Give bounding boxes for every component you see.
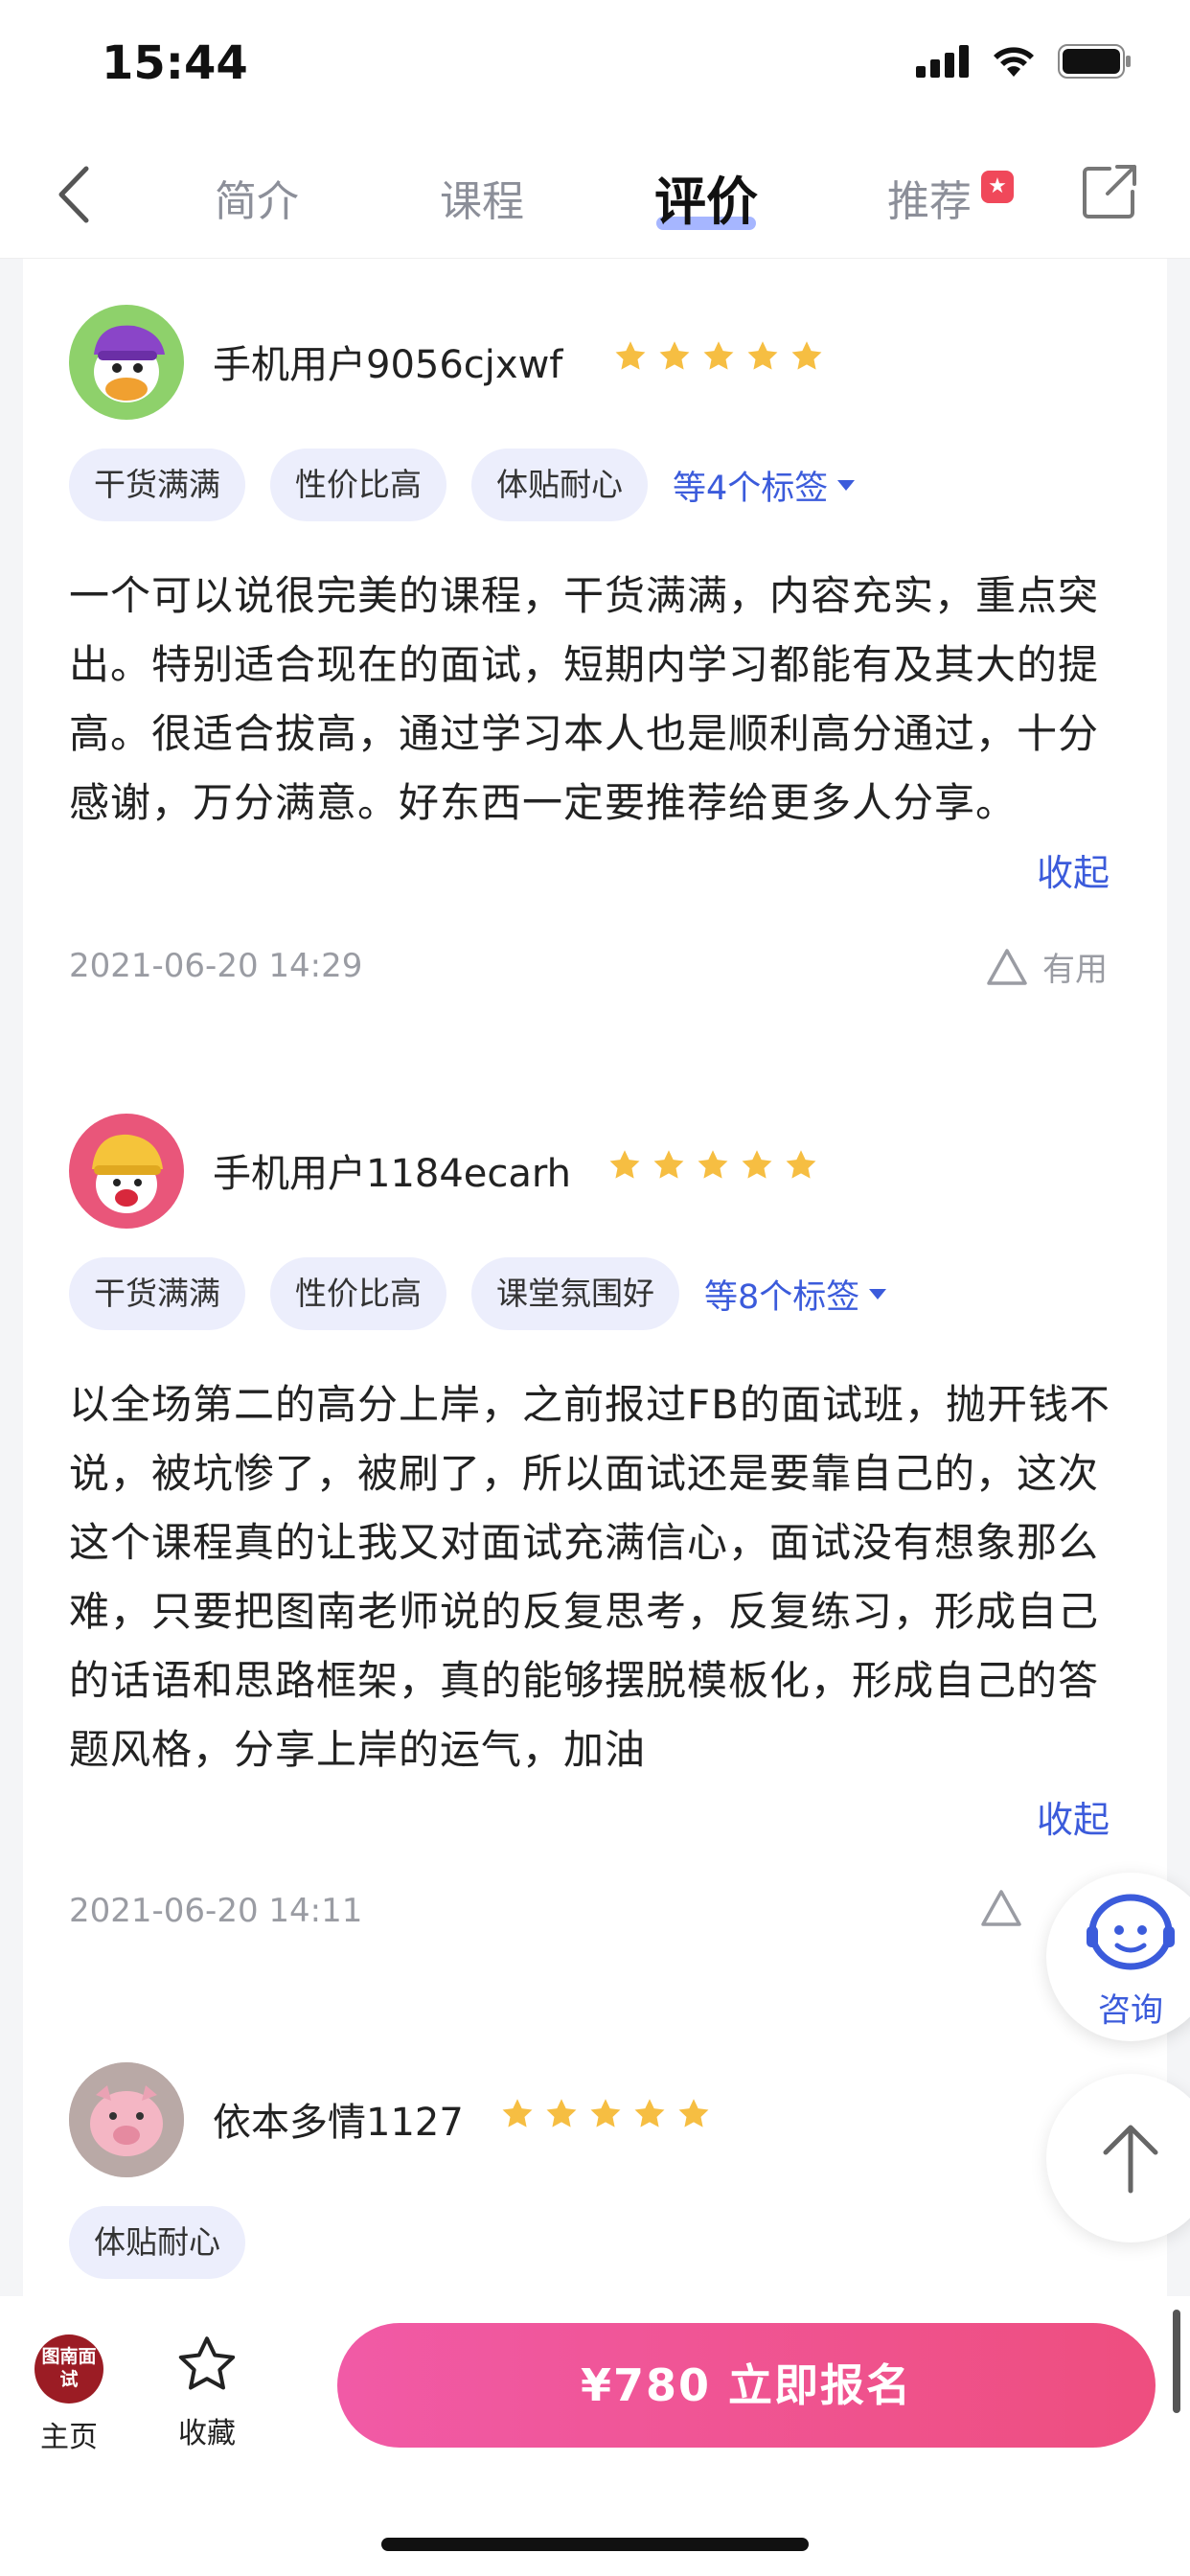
review-tag: 性价比高: [270, 448, 446, 521]
brand-logo: 图南面试: [34, 2334, 103, 2404]
review-body: 以全场第二的高分上岸，之前报过FB的面试班，抛开钱不说，被坑惨了，被刷了，所以面…: [69, 1381, 1110, 1773]
review-tag: 课堂氛围好: [471, 1257, 679, 1330]
star-badge-icon: ★: [981, 171, 1014, 203]
battery-icon: [1058, 44, 1131, 79]
useful-button[interactable]: 有用: [985, 943, 1108, 990]
nav-header: 简介 课程 评价 推荐 ★: [0, 125, 1190, 259]
star-icon: [742, 1150, 772, 1179]
enroll-button[interactable]: ¥780 立即报名: [337, 2323, 1156, 2448]
review-tag: 体贴耐心: [69, 2206, 245, 2279]
review-body: 一个可以说很完美的课程，干货满满，内容充实，重点突出。特别适合现在的面试，短期内…: [69, 572, 1100, 826]
more-tags-label: 等8个标签: [704, 1277, 860, 1317]
star-icon: [546, 2099, 577, 2128]
scrollbar[interactable]: [1173, 2310, 1180, 2413]
tab-reviews[interactable]: 评价: [654, 159, 758, 235]
caret-down-icon: [869, 1289, 887, 1300]
collapse-link[interactable]: 收起: [1037, 843, 1110, 896]
thumb-triangle-icon: [981, 1890, 1021, 1926]
review-tag: 性价比高: [270, 1257, 446, 1330]
back-arrow-icon[interactable]: [50, 161, 98, 228]
thumb-triangle-icon: [987, 948, 1027, 985]
reviews-list: 手机用户9056cjxwf 干货满满 性价比高 体贴耐心 等4个标签 一个可以说…: [23, 259, 1167, 2296]
star-icon: [590, 2099, 621, 2128]
status-icons: [916, 44, 1133, 79]
review-tags: 干货满满 性价比高 体贴耐心 等4个标签: [69, 448, 857, 521]
more-tags-label: 等4个标签: [673, 469, 829, 508]
tab-intro[interactable]: 简介: [215, 167, 299, 228]
status-time: 15:44: [102, 36, 248, 90]
arrow-up-icon: [1103, 2125, 1158, 2194]
favorite-button[interactable]: 收藏: [172, 2333, 241, 2451]
star-icon: [615, 341, 646, 370]
home-indicator: [381, 2538, 809, 2551]
review-tags: 体贴耐心: [69, 2206, 245, 2279]
signal-icon: [916, 45, 969, 78]
share-icon[interactable]: [1081, 163, 1138, 220]
star-icon: [653, 1150, 684, 1179]
star-icon: [791, 341, 822, 370]
star-icon: [703, 341, 734, 370]
more-tags-toggle[interactable]: 等4个标签: [673, 461, 857, 510]
review-tag: 体贴耐心: [471, 448, 648, 521]
home-label: 主页: [40, 2421, 98, 2454]
star-icon: [502, 2099, 533, 2128]
avatar: [69, 305, 184, 420]
status-bar: 15:44: [0, 0, 1190, 125]
review-date: 2021-06-20 14:29: [69, 947, 363, 985]
star-icon: [786, 1150, 816, 1179]
avatar: [69, 2062, 184, 2177]
more-tags-toggle[interactable]: 等8个标签: [704, 1270, 888, 1319]
star-icon: [659, 341, 690, 370]
home-button[interactable]: 图南面试 主页: [34, 2334, 103, 2455]
tab-course[interactable]: 课程: [440, 167, 524, 228]
review-username: 依本多情1127: [213, 2101, 464, 2145]
star-icon: [678, 2099, 709, 2128]
rating-stars: [607, 1148, 818, 1183]
useful-button[interactable]: [979, 1888, 1023, 1928]
review-tags: 干货满满 性价比高 课堂氛围好 等8个标签: [69, 1257, 888, 1330]
review-tag: 干货满满: [69, 1257, 245, 1330]
favorite-label: 收藏: [178, 2417, 236, 2450]
star-icon: [698, 1150, 728, 1179]
star-icon: [634, 2099, 665, 2128]
bottom-bar: 图南面试 主页 收藏 ¥780 立即报名: [0, 2296, 1190, 2576]
avatar: [69, 1114, 184, 1229]
caret-down-icon: [837, 480, 856, 491]
review-username: 手机用户9056cjxwf: [213, 343, 563, 387]
collapse-link[interactable]: 收起: [1037, 1790, 1110, 1843]
tab-recommend[interactable]: 推荐: [887, 167, 972, 228]
review-date: 2021-06-20 14:11: [69, 1892, 363, 1930]
consult-label: 咨询: [1098, 1991, 1163, 2030]
star-icon: [609, 1150, 640, 1179]
review-tag: 干货满满: [69, 448, 245, 521]
useful-label: 有用: [1042, 951, 1108, 989]
rating-stars: [613, 339, 824, 374]
rating-stars: [500, 2097, 711, 2131]
star-icon: [747, 341, 778, 370]
customer-service-icon: [1087, 1894, 1175, 1970]
wifi-icon: [994, 47, 1034, 77]
star-outline-icon: [178, 2336, 236, 2390]
review-username: 手机用户1184ecarh: [213, 1152, 572, 1196]
